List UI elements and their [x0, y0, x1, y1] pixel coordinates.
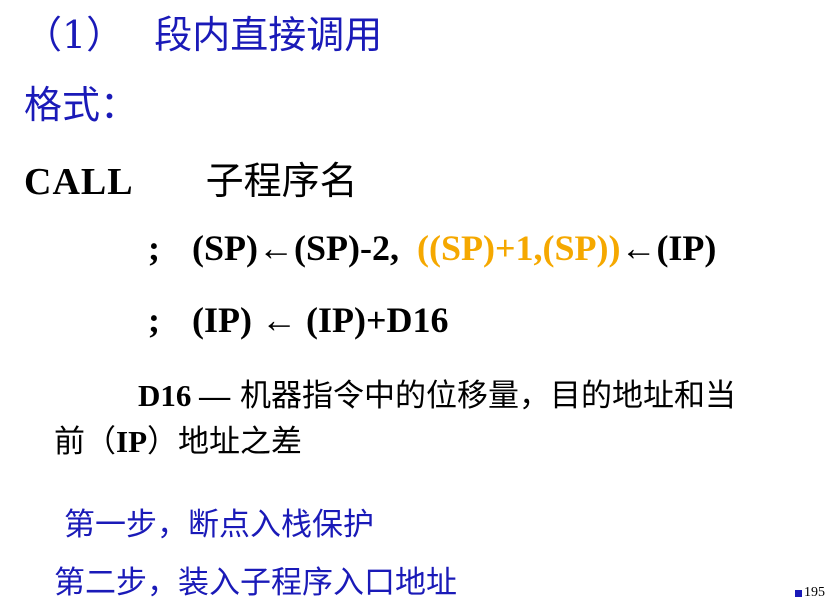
description-line-1: D16 — 机器指令中的位移量，目的地址和当: [138, 380, 736, 412]
description-line-2-start: 前（: [54, 424, 116, 460]
formula-1-sp-update: (SP)←(SP)-2,: [192, 228, 399, 268]
section-number: （1）: [24, 13, 125, 57]
description-lead: D16 —: [138, 378, 231, 413]
formula-2-semicolon: ;: [148, 300, 160, 340]
description-line-2: 前（IP）地址之差: [54, 426, 302, 458]
step-1: 第一步，断点入栈保护: [64, 507, 374, 543]
formula-1-stack-target: ((SP)+1,(SP)): [416, 228, 621, 268]
page-number: 195: [795, 585, 825, 601]
page-marker-icon: [795, 589, 802, 597]
section-title-text: 段内直接调用: [154, 13, 383, 57]
formula-2-ip-update: (IP) ← (IP)+D16: [192, 300, 449, 340]
formula-1-semicolon: ;: [148, 228, 160, 268]
formula-1-ip-source: ←(IP): [620, 228, 717, 268]
page-number-text: 195: [804, 585, 825, 600]
formula-line-2: ; (IP) ← (IP)+D16: [148, 302, 448, 338]
call-syntax: CALL 子程序名: [24, 162, 358, 201]
description-ip: IP: [116, 424, 147, 459]
call-keyword: CALL: [24, 161, 134, 203]
description-line-1-text: 机器指令中的位移量，目的地址和当: [230, 378, 736, 414]
section-title: （1） 段内直接调用: [24, 16, 382, 54]
step-2: 第二步，装入子程序入口地址: [54, 565, 457, 601]
description-line-2-end: ）地址之差: [147, 424, 302, 460]
format-label: 格式：: [24, 83, 139, 127]
formula-line-1: ; (SP)←(SP)-2, ((SP)+1,(SP))←(IP): [148, 230, 716, 266]
call-operand: 子程序名: [205, 159, 358, 203]
